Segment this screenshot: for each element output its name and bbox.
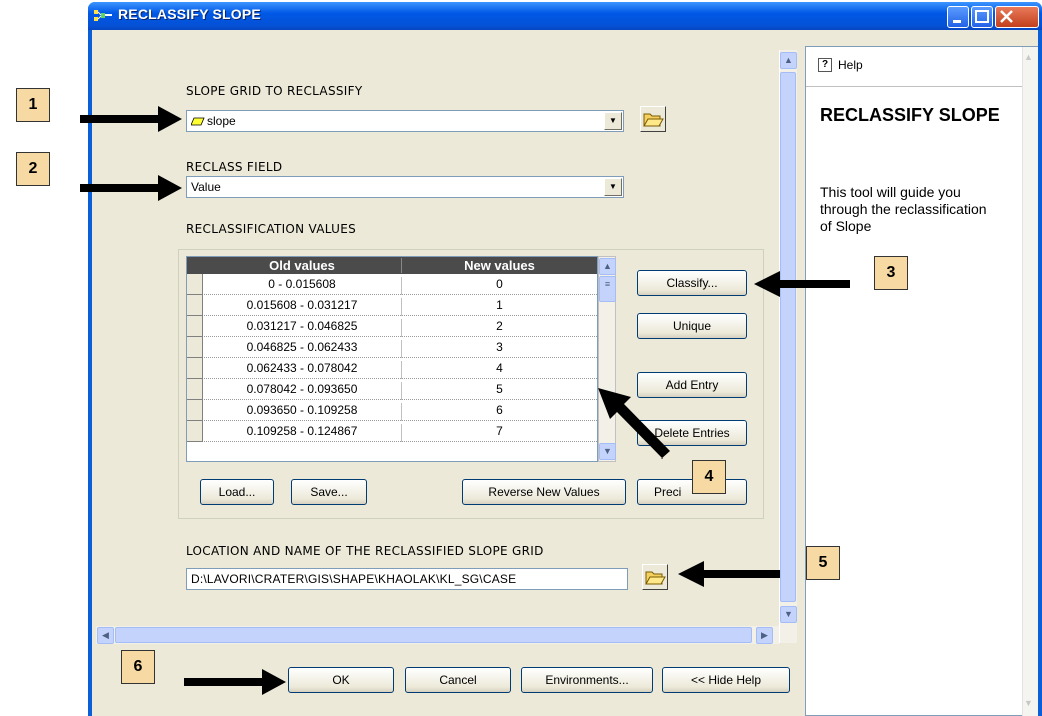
annotation-arrows <box>80 106 850 695</box>
arrow-icon <box>754 271 850 297</box>
arrow-icon <box>80 106 182 132</box>
arrow-icon <box>184 669 286 695</box>
arrow-icon <box>598 388 670 459</box>
arrow-icon <box>80 175 182 201</box>
arrow-icon <box>678 561 780 587</box>
